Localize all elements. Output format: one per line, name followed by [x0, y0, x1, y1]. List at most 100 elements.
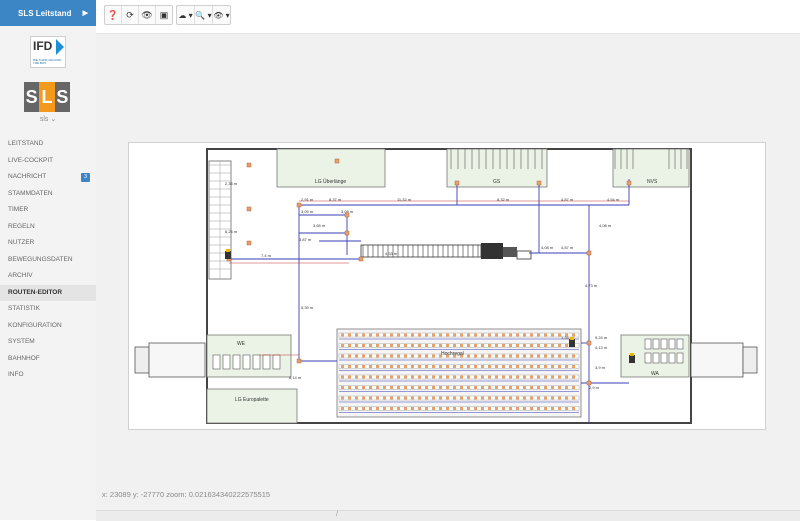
shelf-slot: [355, 396, 358, 400]
shelf-slot: [369, 375, 372, 379]
shelf-slot: [572, 354, 575, 358]
shelf-slot: [572, 407, 575, 410]
sidebar-item-bewegungsdaten[interactable]: BEWEGUNGSDATEN: [0, 252, 96, 269]
shelf-slot: [516, 333, 519, 337]
shelf-slot: [404, 344, 407, 347]
toolbar-button-group: ❓ ⟳ 👁 ▣: [104, 5, 173, 25]
shelf-slot: [530, 365, 533, 368]
distance-label: 4,87 m: [561, 197, 574, 202]
shelf-slot: [439, 375, 442, 379]
shelf-row: [338, 406, 580, 411]
zoom-dropdown[interactable]: 🔍 ▾: [195, 6, 213, 24]
shelf-slot: [383, 386, 386, 389]
sidebar-item-label: SYSTEM: [8, 338, 35, 345]
wa-slot: [676, 338, 684, 350]
sidebar-item-leitstand[interactable]: LEITSTAND: [0, 136, 96, 153]
shelf-slot: [530, 375, 533, 379]
shelf-slot: [355, 407, 358, 410]
sls-logo-letter: S: [56, 86, 69, 107]
sidebar-item-nutzer[interactable]: NUTZER: [0, 235, 96, 252]
shelf-slot: [390, 386, 393, 389]
visibility-dropdown[interactable]: 👁 ▾: [213, 6, 230, 24]
sidebar-item-live-cockpit[interactable]: LIVE-COCKPIT: [0, 153, 96, 170]
distance-label: 4,13 m: [595, 345, 608, 350]
sidebar: SLS Leitstand ▶ IFD WE THINK AROUND THE …: [0, 0, 97, 520]
shelf-slot: [460, 375, 463, 379]
distance-label: 3,65 m: [313, 223, 326, 228]
shelf-slot: [446, 396, 449, 400]
warehouse-layout-map[interactable]: LG Überlänge GS NVS WE WA LG Europalette…: [129, 143, 765, 429]
sidebar-item-nachricht[interactable]: NACHRICHT 3: [0, 169, 96, 186]
shelf-slot: [488, 333, 491, 337]
route-node: [246, 240, 252, 246]
sidebar-item-statistik[interactable]: STATISTIK: [0, 301, 96, 318]
ifd-tagline: WE THINK AROUND THE BOX: [33, 58, 62, 65]
shelf-slot: [369, 333, 372, 337]
route-node: [536, 180, 542, 186]
sidebar-item-info[interactable]: INFO: [0, 367, 96, 384]
route-node: [454, 180, 460, 186]
shelf-slot: [453, 407, 456, 410]
area-lg-europalette[interactable]: [206, 388, 298, 424]
shelf-slot: [488, 407, 491, 410]
help-button[interactable]: ❓: [105, 6, 122, 24]
shelf-slot: [369, 386, 372, 389]
cloud-dropdown[interactable]: ☁ ▾: [177, 6, 195, 24]
shelf-slot: [537, 365, 540, 368]
refresh-button[interactable]: ⟳: [122, 6, 139, 24]
shelf-slot: [425, 365, 428, 368]
shelf-slot: [544, 354, 547, 358]
shelf-slot: [509, 386, 512, 389]
shelf-slot: [348, 407, 351, 410]
shelf-slot: [558, 365, 561, 368]
shelf-slot: [348, 396, 351, 400]
sidebar-item-regeln[interactable]: REGELN: [0, 219, 96, 236]
shelf-slot: [572, 386, 575, 389]
distance-label: 5,39 m: [301, 305, 314, 310]
shelf-slot: [362, 365, 365, 368]
shelf-slot: [460, 396, 463, 400]
shelf-slot: [341, 365, 344, 368]
sidebar-item-bahnhof[interactable]: BAHNHOF: [0, 351, 96, 368]
shelf-slot: [565, 407, 568, 410]
sidebar-item-stammdaten[interactable]: STAMMDATEN: [0, 186, 96, 203]
shelf-slot: [341, 333, 344, 337]
image-icon: ▣: [159, 9, 169, 20]
shelf-slot: [537, 333, 540, 337]
shelf-slot: [376, 333, 379, 337]
sidebar-item-label: TIMER: [8, 206, 29, 213]
shelf-slot: [488, 354, 491, 358]
shelf-slot: [411, 375, 414, 379]
shelf-slot: [355, 365, 358, 368]
sidebar-item-routen-editor[interactable]: ROUTEN-EDITOR: [0, 284, 96, 301]
wa-slot: [668, 352, 676, 364]
route-node: [626, 180, 632, 186]
shelf-slot: [537, 407, 540, 410]
shelf-slot: [516, 386, 519, 389]
shelf-slot: [418, 333, 421, 337]
shelf-slot: [495, 365, 498, 368]
shelf-slot: [551, 365, 554, 368]
shelf-slot: [453, 375, 456, 379]
shelf-slot: [481, 354, 484, 358]
shelf-slot: [453, 344, 456, 347]
eye-button[interactable]: 👁: [139, 6, 156, 24]
shelf-slot: [509, 396, 512, 400]
sidebar-item-system[interactable]: SYSTEM: [0, 334, 96, 351]
distance-label: 4,54 m: [607, 197, 620, 202]
sidebar-item-archiv[interactable]: ARCHIV: [0, 268, 96, 285]
shelf-slot: [425, 407, 428, 410]
shelf-slot: [544, 365, 547, 368]
app-title-bar[interactable]: SLS Leitstand ▶: [0, 0, 96, 26]
shelf-slot: [558, 396, 561, 400]
route-map-canvas[interactable]: LG Überlänge GS NVS WE WA LG Europalette…: [128, 142, 766, 430]
area-hochregal[interactable]: [336, 328, 582, 418]
sidebar-item-timer[interactable]: TIMER: [0, 202, 96, 219]
image-button[interactable]: ▣: [156, 6, 172, 24]
sls-logo-letter: S: [25, 86, 38, 107]
sidebar-item-konfiguration[interactable]: KONFIGURATION: [0, 318, 96, 335]
shelf-slot: [425, 344, 428, 347]
app-title: SLS Leitstand: [18, 8, 72, 18]
shelf-slot: [425, 386, 428, 389]
user-menu[interactable]: sls ⌄: [0, 115, 96, 123]
